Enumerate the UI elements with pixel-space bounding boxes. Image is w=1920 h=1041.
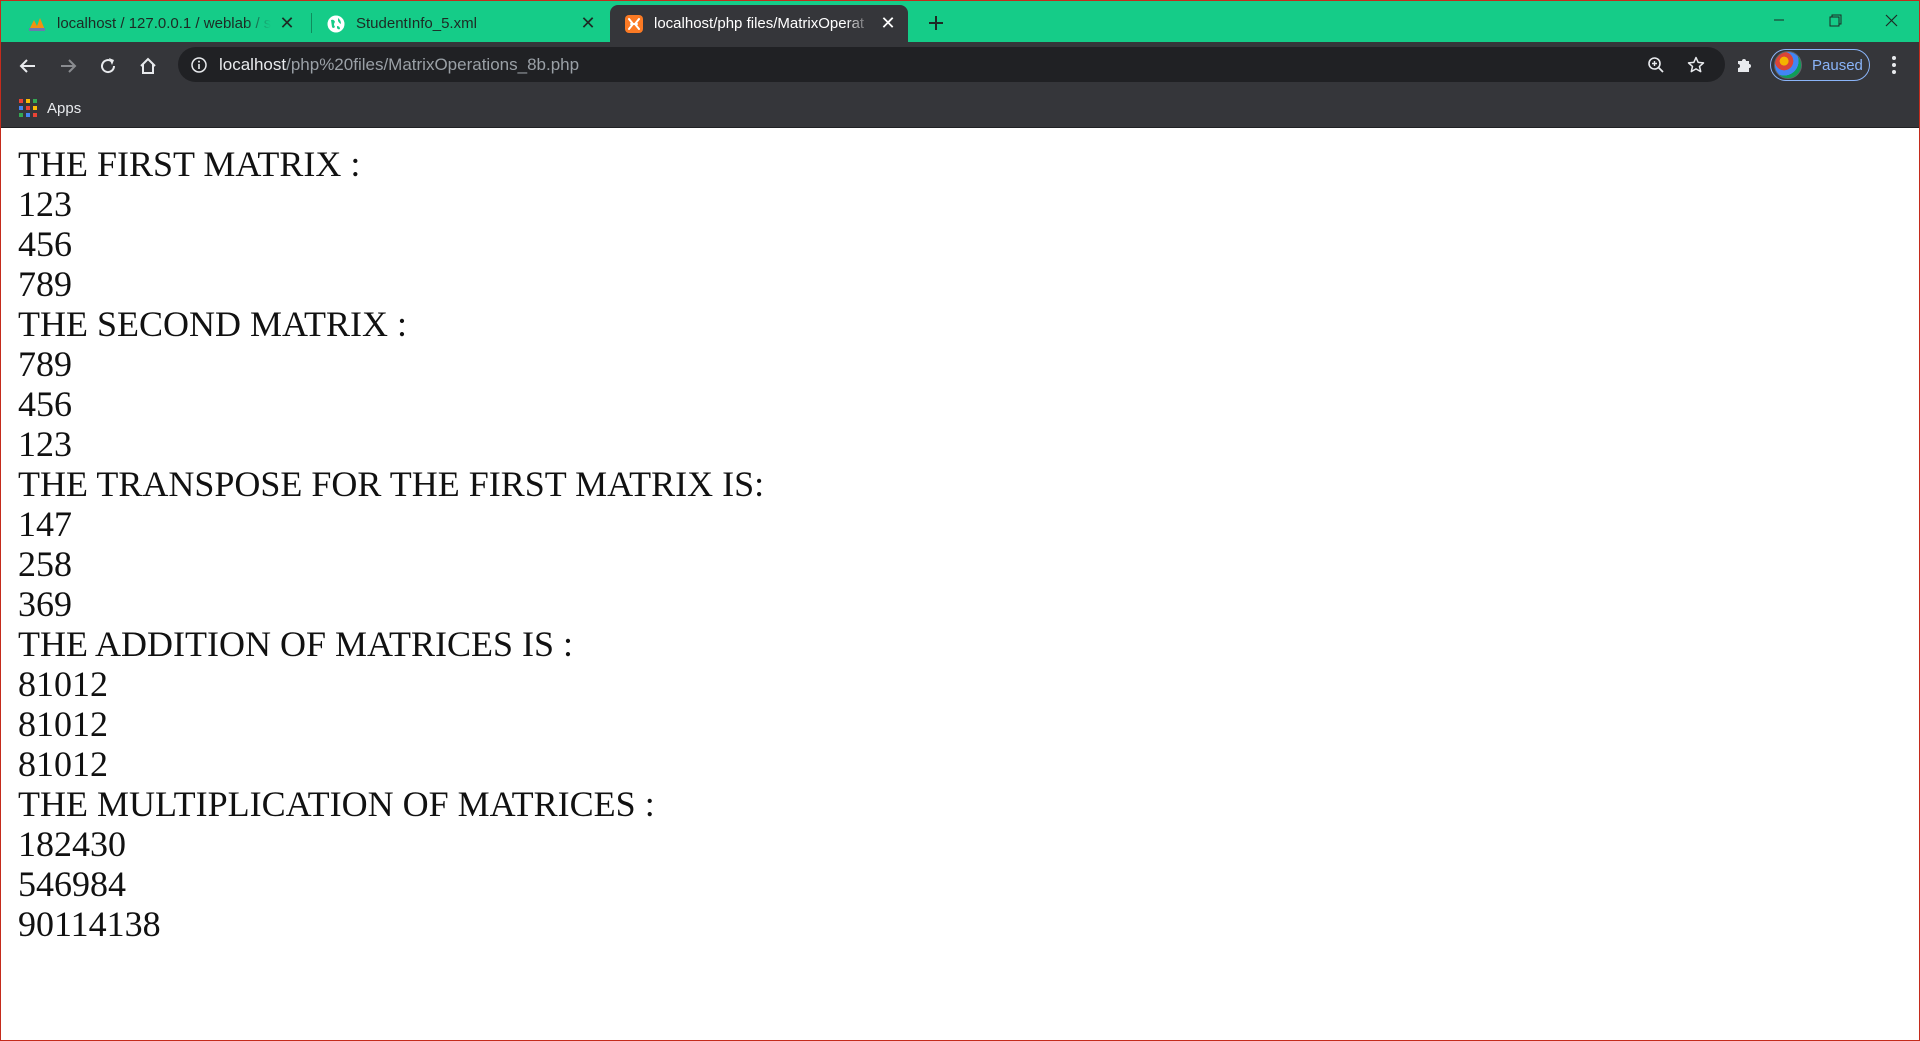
reload-button[interactable] <box>93 51 123 81</box>
apps-grid-icon <box>19 99 37 117</box>
restore-icon <box>1829 14 1841 26</box>
matrix-row: 123 <box>18 184 72 224</box>
close-icon[interactable]: ✕ <box>277 13 297 34</box>
forward-arrow-icon <box>61 59 77 73</box>
browser-toolbar: localhost/php%20files/MatrixOperations_8… <box>1 42 1919 88</box>
matrix-row: 546984 <box>18 864 126 904</box>
restore-button[interactable] <box>1807 1 1863 39</box>
matrix-row: 81012 <box>18 744 108 784</box>
url-text[interactable]: localhost/php%20files/MatrixOperations_8… <box>219 55 579 75</box>
tab-phpmyadmin[interactable]: localhost / 127.0.0.1 / weblab / st ✕ <box>13 5 307 42</box>
extensions-puzzle-icon[interactable] <box>1733 53 1757 77</box>
matrix-row: 789 <box>18 344 72 384</box>
matrix-row: 123 <box>18 424 72 464</box>
home-button[interactable] <box>133 51 163 81</box>
matrix-row: 456 <box>18 384 72 424</box>
tab-title: StudentInfo_5.xml <box>356 15 477 32</box>
matrix-row: 90114138 <box>18 904 161 944</box>
section-heading: THE SECOND MATRIX : <box>18 304 408 344</box>
tab-strip: localhost / 127.0.0.1 / weblab / st ✕ St… <box>1 1 1919 42</box>
new-tab-button[interactable] <box>922 9 950 37</box>
globe-icon <box>326 14 346 34</box>
minimize-button[interactable] <box>1751 1 1807 39</box>
xampp-icon <box>624 14 644 34</box>
reload-icon <box>101 58 116 74</box>
avatar <box>1774 51 1802 79</box>
matrix-row: 81012 <box>18 664 108 704</box>
close-window-icon <box>1885 14 1897 26</box>
bookmarks-bar: Apps <box>1 88 1919 128</box>
matrix-row: 369 <box>18 584 72 624</box>
browser-menu-button[interactable] <box>1881 52 1907 78</box>
back-button[interactable] <box>13 51 43 81</box>
profile-status-label: Paused <box>1812 56 1863 74</box>
address-bar[interactable]: localhost/php%20files/MatrixOperations_8… <box>178 47 1725 82</box>
matrix-row: 789 <box>18 264 72 304</box>
url-host: localhost <box>219 54 287 74</box>
matrix-row: 81012 <box>18 704 108 744</box>
tab-title: localhost / 127.0.0.1 / weblab / st <box>57 15 271 32</box>
close-icon[interactable]: ✕ <box>878 13 898 34</box>
site-info-icon[interactable] <box>189 55 209 75</box>
section-heading: THE FIRST MATRIX : <box>18 144 361 184</box>
plus-icon <box>929 16 943 30</box>
tab-matrix-operations[interactable]: localhost/php files/MatrixOperat ✕ <box>610 5 908 42</box>
profile-button[interactable]: Paused <box>1770 49 1870 81</box>
minimize-icon <box>1774 19 1784 21</box>
phpmyadmin-icon <box>27 14 47 34</box>
matrix-row: 258 <box>18 544 72 584</box>
bookmark-apps[interactable]: Apps <box>19 96 81 120</box>
close-window-button[interactable] <box>1863 1 1919 39</box>
bookmark-star-icon[interactable] <box>1684 53 1708 77</box>
matrix-row: 147 <box>18 504 72 544</box>
url-path: /php%20files/MatrixOperations_8b.php <box>286 54 580 74</box>
page-content: THE FIRST MATRIX : 123 456 789 THE SECON… <box>18 144 1898 944</box>
section-heading: THE MULTIPLICATION OF MATRICES : <box>18 784 655 824</box>
browser-window: localhost / 127.0.0.1 / weblab / st ✕ St… <box>0 0 1920 1041</box>
kebab-menu-icon <box>1892 56 1896 74</box>
back-arrow-icon <box>19 59 35 73</box>
close-icon[interactable]: ✕ <box>578 13 598 34</box>
tab-title: localhost/php files/MatrixOperat <box>654 15 865 32</box>
forward-button[interactable] <box>53 51 83 81</box>
zoom-icon[interactable] <box>1644 53 1668 77</box>
section-heading: THE TRANSPOSE FOR THE FIRST MATRIX IS: <box>18 464 765 504</box>
matrix-row: 456 <box>18 224 72 264</box>
section-heading: THE ADDITION OF MATRICES IS : <box>18 624 574 664</box>
bookmark-label: Apps <box>47 99 82 117</box>
home-icon <box>140 57 156 74</box>
tab-studentinfo[interactable]: StudentInfo_5.xml ✕ <box>312 5 608 42</box>
matrix-row: 182430 <box>18 824 126 864</box>
